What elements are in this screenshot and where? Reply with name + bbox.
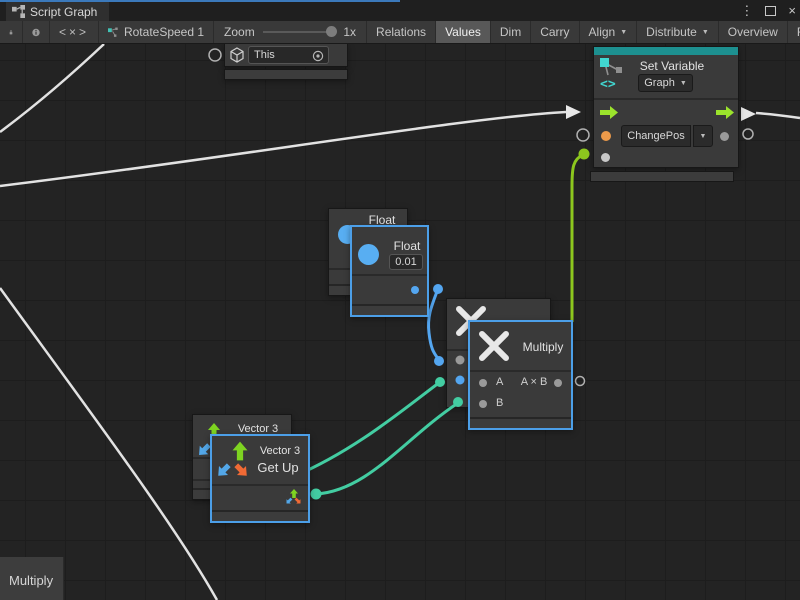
svg-text:<>: <>	[600, 77, 616, 90]
multiply-tooltip: Multiply	[0, 557, 64, 600]
close-icon[interactable]: ×	[788, 3, 796, 18]
chevron-down-icon: ▼	[700, 133, 707, 140]
variable-name-port[interactable]	[601, 131, 611, 141]
toolbar-button-overview[interactable]: Overview	[719, 21, 788, 43]
value-input-port[interactable]	[601, 153, 610, 162]
node-set-variable[interactable]: <> Set Variable Graph ▼ ChangePos ▼	[593, 46, 739, 168]
graph-asset-icon	[108, 26, 118, 39]
window-menu-icon[interactable]: ⋮	[740, 3, 753, 19]
control-output-port[interactable]	[716, 106, 734, 119]
arrow-down-right-icon	[233, 462, 250, 479]
chevron-down-icon: ▼	[702, 29, 709, 36]
vector3-output-port[interactable]	[284, 488, 303, 507]
toolbar-button-relations[interactable]: Relations	[367, 21, 436, 43]
unity-visual-scripting-window: Script Graph ⋮ × <×>	[0, 0, 800, 600]
toolbar-button-fullscreen[interactable]: Full Screen	[788, 21, 800, 43]
float-value-field[interactable]: 0.01	[389, 254, 423, 270]
variable-name-field[interactable]: ChangePos	[621, 125, 691, 147]
zoom-value: 1x	[343, 25, 356, 39]
node-multiply-duplicate[interactable]: Multiply A A × B B	[468, 320, 573, 430]
multiply-port-a[interactable]	[479, 379, 487, 387]
lock-icon	[9, 26, 13, 39]
node-this-footer	[224, 69, 348, 80]
zoom-slider-handle[interactable]	[326, 26, 337, 37]
info-button[interactable]	[23, 21, 50, 43]
float-output-port[interactable]	[411, 286, 419, 294]
toolbar-button-carry[interactable]: Carry	[531, 21, 579, 43]
variable-scope-dropdown[interactable]: Graph ▼	[638, 74, 693, 92]
graph-window-icon	[12, 5, 25, 18]
chevron-down-icon: ▼	[680, 80, 687, 87]
graph-reference-label: RotateSpeed 1	[124, 25, 204, 39]
arrow-down-left-icon	[215, 462, 232, 479]
zoom-control: Zoom 1x	[214, 21, 367, 43]
tab-script-graph[interactable]: Script Graph	[6, 2, 109, 21]
toolbar-button-distribute[interactable]: Distribute▼	[637, 21, 719, 43]
focus-highlight-line	[0, 0, 400, 2]
code-preview-toggle[interactable]: <×>	[50, 21, 99, 43]
arrow-up-icon	[230, 440, 250, 462]
node-vector3-duplicate[interactable]: Vector 3 Get Up	[210, 434, 310, 523]
code-toggle-icon: <×>	[59, 25, 89, 39]
maximize-icon[interactable]	[765, 6, 776, 16]
toolbar-button-dim[interactable]: Dim	[491, 21, 531, 43]
this-object-field[interactable]: This	[248, 46, 329, 64]
lock-button[interactable]	[0, 21, 23, 43]
toolbar-button-align[interactable]: Align▼	[580, 21, 638, 43]
tab-bar: Script Graph ⋮ ×	[0, 0, 800, 21]
object-picker-icon[interactable]	[312, 50, 324, 62]
variable-name-dropdown-button[interactable]: ▼	[693, 125, 713, 147]
variable-header-strip	[594, 47, 738, 55]
game-object-cube-icon	[229, 47, 245, 63]
node-footer	[212, 510, 308, 521]
variable-output-port[interactable]	[720, 132, 729, 141]
multiply-icon	[478, 330, 510, 362]
node-set-variable-footer	[590, 171, 734, 182]
node-footer	[352, 304, 427, 315]
info-icon	[32, 26, 40, 39]
tab-label: Script Graph	[30, 5, 97, 19]
chevron-down-icon: ▼	[620, 29, 627, 36]
float-type-icon	[358, 244, 379, 265]
multiply-port-b[interactable]	[479, 400, 487, 408]
set-variable-icon: <>	[599, 58, 627, 90]
graph-toolbar: <×> RotateSpeed 1 Zoom 1x Relations Valu…	[0, 21, 800, 44]
node-this[interactable]: This	[224, 44, 348, 67]
control-input-port[interactable]	[600, 106, 618, 119]
node-footer	[470, 417, 571, 428]
zoom-slider[interactable]	[263, 31, 336, 33]
multiply-result-port[interactable]	[554, 379, 562, 387]
toolbar-button-values[interactable]: Values	[436, 21, 491, 43]
window-controls: ⋮ ×	[740, 0, 796, 21]
graph-breadcrumb[interactable]: RotateSpeed 1	[99, 21, 214, 43]
node-float-duplicate[interactable]: Float 0.01	[350, 225, 429, 317]
zoom-label: Zoom	[224, 25, 255, 39]
